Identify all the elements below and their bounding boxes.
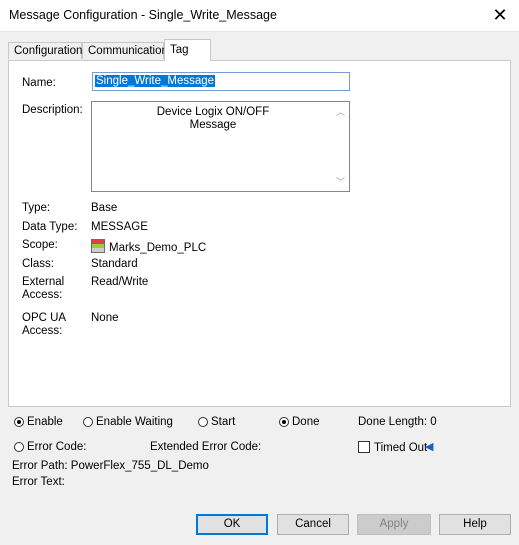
help-button[interactable]: Help xyxy=(439,514,511,535)
error-code-radio xyxy=(14,442,24,452)
class-label: Class: xyxy=(22,258,54,270)
external-access-value: Read/Write xyxy=(91,276,149,288)
timed-out-checkbox xyxy=(358,441,370,453)
done-label: Done xyxy=(292,416,320,428)
enable-radio xyxy=(14,417,24,427)
window-title: Message Configuration - Single_Write_Mes… xyxy=(9,8,277,22)
tag-panel: Name: Single_Write_Message Description: … xyxy=(8,60,511,407)
type-value: Base xyxy=(91,202,118,214)
external-access-label-2: Access: xyxy=(22,289,63,301)
tab-communication[interactable]: Communication xyxy=(82,42,168,59)
class-value: Standard xyxy=(91,258,138,270)
data-type-value: MESSAGE xyxy=(91,221,148,233)
description-text: Device Logix ON/OFF Message xyxy=(92,106,334,132)
scope-label: Scope: xyxy=(22,239,58,251)
scope-value: Marks_Demo_PLC xyxy=(109,242,207,254)
data-type-label: Data Type: xyxy=(22,221,78,233)
opc-ua-value: None xyxy=(91,312,119,324)
error-path: Error Path: PowerFlex_755_DL_Demo xyxy=(12,460,209,472)
enable-waiting-label: Enable Waiting xyxy=(96,416,173,428)
apply-button[interactable]: Apply xyxy=(357,514,431,535)
controller-icon xyxy=(91,239,105,253)
tab-tag[interactable]: Tag xyxy=(164,39,211,61)
name-label: Name: xyxy=(22,77,56,89)
scroll-up-icon[interactable]: ︿ xyxy=(336,105,345,118)
error-text: Error Text: xyxy=(12,476,65,488)
done-radio xyxy=(279,417,289,427)
close-icon[interactable]: ✕ xyxy=(489,4,511,26)
done-length: Done Length: 0 xyxy=(358,416,437,428)
arrow-left-icon: ◀ xyxy=(425,441,434,453)
start-label: Start xyxy=(211,416,236,428)
type-label: Type: xyxy=(22,202,51,214)
name-value: Single_Write_Message xyxy=(95,75,216,87)
start-radio xyxy=(198,417,208,427)
external-access-label-1: External xyxy=(22,276,65,288)
scope-field: Marks_Demo_PLC xyxy=(91,239,206,255)
scroll-down-icon[interactable]: ﹀ xyxy=(336,175,345,188)
opc-ua-label-1: OPC UA xyxy=(22,312,67,324)
error-code-label: Error Code: xyxy=(27,441,87,453)
description-scrollbar[interactable]: ︿ ﹀ xyxy=(332,102,349,191)
enable-label: Enable xyxy=(27,416,63,428)
enable-waiting-radio xyxy=(83,417,93,427)
description-line-2: Message xyxy=(189,119,237,131)
cancel-button[interactable]: Cancel xyxy=(277,514,349,535)
ok-button[interactable]: OK xyxy=(196,514,268,535)
description-line-1: Device Logix ON/OFF xyxy=(156,106,270,118)
description-field[interactable]: Device Logix ON/OFF Message ︿ ﹀ xyxy=(91,101,350,192)
extended-error-code-label: Extended Error Code: xyxy=(150,441,262,453)
description-label: Description: xyxy=(22,104,83,116)
title-bar: Message Configuration - Single_Write_Mes… xyxy=(0,0,519,32)
tab-configuration[interactable]: Configuration xyxy=(8,42,82,59)
timed-out-label: Timed Out xyxy=(374,442,428,454)
name-field[interactable]: Single_Write_Message xyxy=(92,72,350,91)
opc-ua-label-2: Access: xyxy=(22,325,63,337)
